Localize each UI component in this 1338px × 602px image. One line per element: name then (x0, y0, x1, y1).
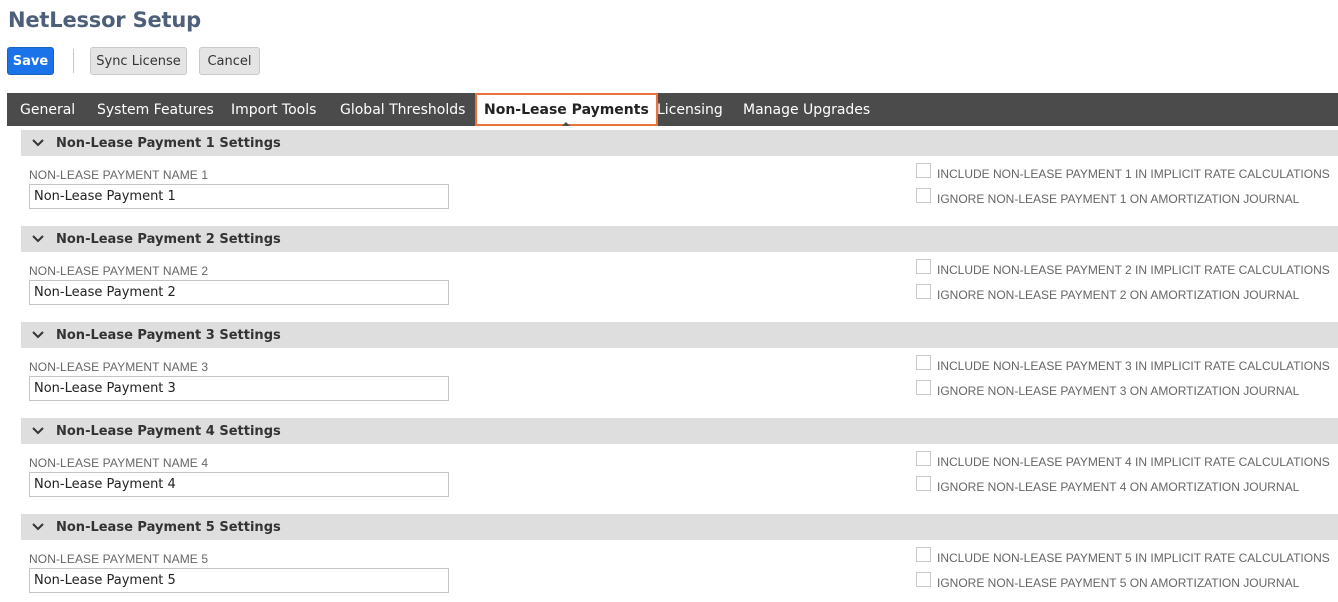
ignore-amortization-option[interactable]: IGNORE NON-LEASE PAYMENT 5 ON AMORTIZATI… (916, 572, 1300, 590)
chevron-down-icon (32, 235, 44, 243)
include-implicit-rate-label: INCLUDE NON-LEASE PAYMENT 4 IN IMPLICIT … (937, 454, 1330, 469)
section-header[interactable]: Non-Lease Payment 1 Settings (21, 130, 1338, 156)
ignore-amortization-checkbox[interactable] (916, 476, 931, 491)
name-field-label: NON-LEASE PAYMENT NAME 4 (29, 456, 209, 470)
ignore-amortization-option[interactable]: IGNORE NON-LEASE PAYMENT 1 ON AMORTIZATI… (916, 188, 1300, 206)
sync-license-button[interactable]: Sync License (90, 47, 187, 75)
tab-import-tools[interactable]: Import Tools (231, 93, 316, 126)
section-header[interactable]: Non-Lease Payment 3 Settings (21, 322, 1338, 348)
ignore-amortization-option[interactable]: IGNORE NON-LEASE PAYMENT 2 ON AMORTIZATI… (916, 284, 1300, 302)
include-implicit-rate-checkbox[interactable] (916, 547, 931, 562)
include-implicit-rate-checkbox[interactable] (916, 163, 931, 178)
non-lease-payment-4-section: Non-Lease Payment 4 Settings NON-LEASE P… (21, 418, 1338, 497)
section-title: Non-Lease Payment 1 Settings (56, 135, 281, 151)
ignore-amortization-checkbox[interactable] (916, 284, 931, 299)
ignore-amortization-label: IGNORE NON-LEASE PAYMENT 1 ON AMORTIZATI… (937, 191, 1300, 206)
payment-name-input[interactable] (29, 280, 449, 305)
payment-name-input[interactable] (29, 376, 449, 401)
name-field-label: NON-LEASE PAYMENT NAME 3 (29, 360, 209, 374)
section-title: Non-Lease Payment 5 Settings (56, 519, 281, 535)
payment-name-input[interactable] (29, 184, 449, 209)
include-implicit-rate-checkbox[interactable] (916, 451, 931, 466)
chevron-down-icon (32, 523, 44, 531)
payment-name-input[interactable] (29, 472, 449, 497)
ignore-amortization-option[interactable]: IGNORE NON-LEASE PAYMENT 4 ON AMORTIZATI… (916, 476, 1300, 494)
ignore-amortization-checkbox[interactable] (916, 188, 931, 203)
non-lease-payment-1-section: Non-Lease Payment 1 Settings NON-LEASE P… (21, 130, 1338, 209)
include-implicit-rate-option[interactable]: INCLUDE NON-LEASE PAYMENT 2 IN IMPLICIT … (916, 259, 1330, 277)
include-implicit-rate-option[interactable]: INCLUDE NON-LEASE PAYMENT 5 IN IMPLICIT … (916, 547, 1330, 565)
tab-global-thresholds[interactable]: Global Thresholds (340, 93, 465, 126)
page-title: NetLessor Setup (8, 8, 201, 32)
tab-system-features[interactable]: System Features (97, 93, 214, 126)
chevron-down-icon (32, 427, 44, 435)
non-lease-payment-2-section: Non-Lease Payment 2 Settings NON-LEASE P… (21, 226, 1338, 305)
ignore-amortization-label: IGNORE NON-LEASE PAYMENT 4 ON AMORTIZATI… (937, 479, 1300, 494)
tab-non-lease-payments[interactable]: Non-Lease Payments (475, 93, 658, 126)
ignore-amortization-option[interactable]: IGNORE NON-LEASE PAYMENT 3 ON AMORTIZATI… (916, 380, 1300, 398)
section-title: Non-Lease Payment 4 Settings (56, 423, 281, 439)
chevron-down-icon (32, 139, 44, 147)
include-implicit-rate-label: INCLUDE NON-LEASE PAYMENT 5 IN IMPLICIT … (937, 550, 1330, 565)
section-title: Non-Lease Payment 2 Settings (56, 231, 281, 247)
include-implicit-rate-label: INCLUDE NON-LEASE PAYMENT 1 IN IMPLICIT … (937, 166, 1330, 181)
non-lease-payment-5-section: Non-Lease Payment 5 Settings NON-LEASE P… (21, 514, 1338, 593)
ignore-amortization-label: IGNORE NON-LEASE PAYMENT 2 ON AMORTIZATI… (937, 287, 1300, 302)
include-implicit-rate-checkbox[interactable] (916, 355, 931, 370)
section-header[interactable]: Non-Lease Payment 5 Settings (21, 514, 1338, 540)
payment-name-input[interactable] (29, 568, 449, 593)
ignore-amortization-label: IGNORE NON-LEASE PAYMENT 5 ON AMORTIZATI… (937, 575, 1300, 590)
include-implicit-rate-option[interactable]: INCLUDE NON-LEASE PAYMENT 1 IN IMPLICIT … (916, 163, 1330, 181)
section-header[interactable]: Non-Lease Payment 4 Settings (21, 418, 1338, 444)
tab-general[interactable]: General (20, 93, 75, 126)
non-lease-payment-3-section: Non-Lease Payment 3 Settings NON-LEASE P… (21, 322, 1338, 401)
ignore-amortization-checkbox[interactable] (916, 572, 931, 587)
ignore-amortization-label: IGNORE NON-LEASE PAYMENT 3 ON AMORTIZATI… (937, 383, 1300, 398)
ignore-amortization-checkbox[interactable] (916, 380, 931, 395)
cancel-button[interactable]: Cancel (199, 47, 260, 75)
toolbar: Save Sync License Cancel (7, 47, 260, 75)
toolbar-divider (73, 49, 74, 73)
include-implicit-rate-option[interactable]: INCLUDE NON-LEASE PAYMENT 3 IN IMPLICIT … (916, 355, 1330, 373)
include-implicit-rate-option[interactable]: INCLUDE NON-LEASE PAYMENT 4 IN IMPLICIT … (916, 451, 1330, 469)
include-implicit-rate-checkbox[interactable] (916, 259, 931, 274)
include-implicit-rate-label: INCLUDE NON-LEASE PAYMENT 2 IN IMPLICIT … (937, 262, 1330, 277)
chevron-down-icon (32, 331, 44, 339)
name-field-label: NON-LEASE PAYMENT NAME 1 (29, 168, 209, 182)
section-header[interactable]: Non-Lease Payment 2 Settings (21, 226, 1338, 252)
tab-manage-upgrades[interactable]: Manage Upgrades (743, 93, 870, 126)
include-implicit-rate-label: INCLUDE NON-LEASE PAYMENT 3 IN IMPLICIT … (937, 358, 1330, 373)
save-button[interactable]: Save (7, 47, 54, 75)
tab-licensing[interactable]: Licensing (657, 93, 723, 126)
section-title: Non-Lease Payment 3 Settings (56, 327, 281, 343)
name-field-label: NON-LEASE PAYMENT NAME 5 (29, 552, 209, 566)
tab-bar: General System Features Import Tools Glo… (7, 93, 1338, 126)
name-field-label: NON-LEASE PAYMENT NAME 2 (29, 264, 209, 278)
